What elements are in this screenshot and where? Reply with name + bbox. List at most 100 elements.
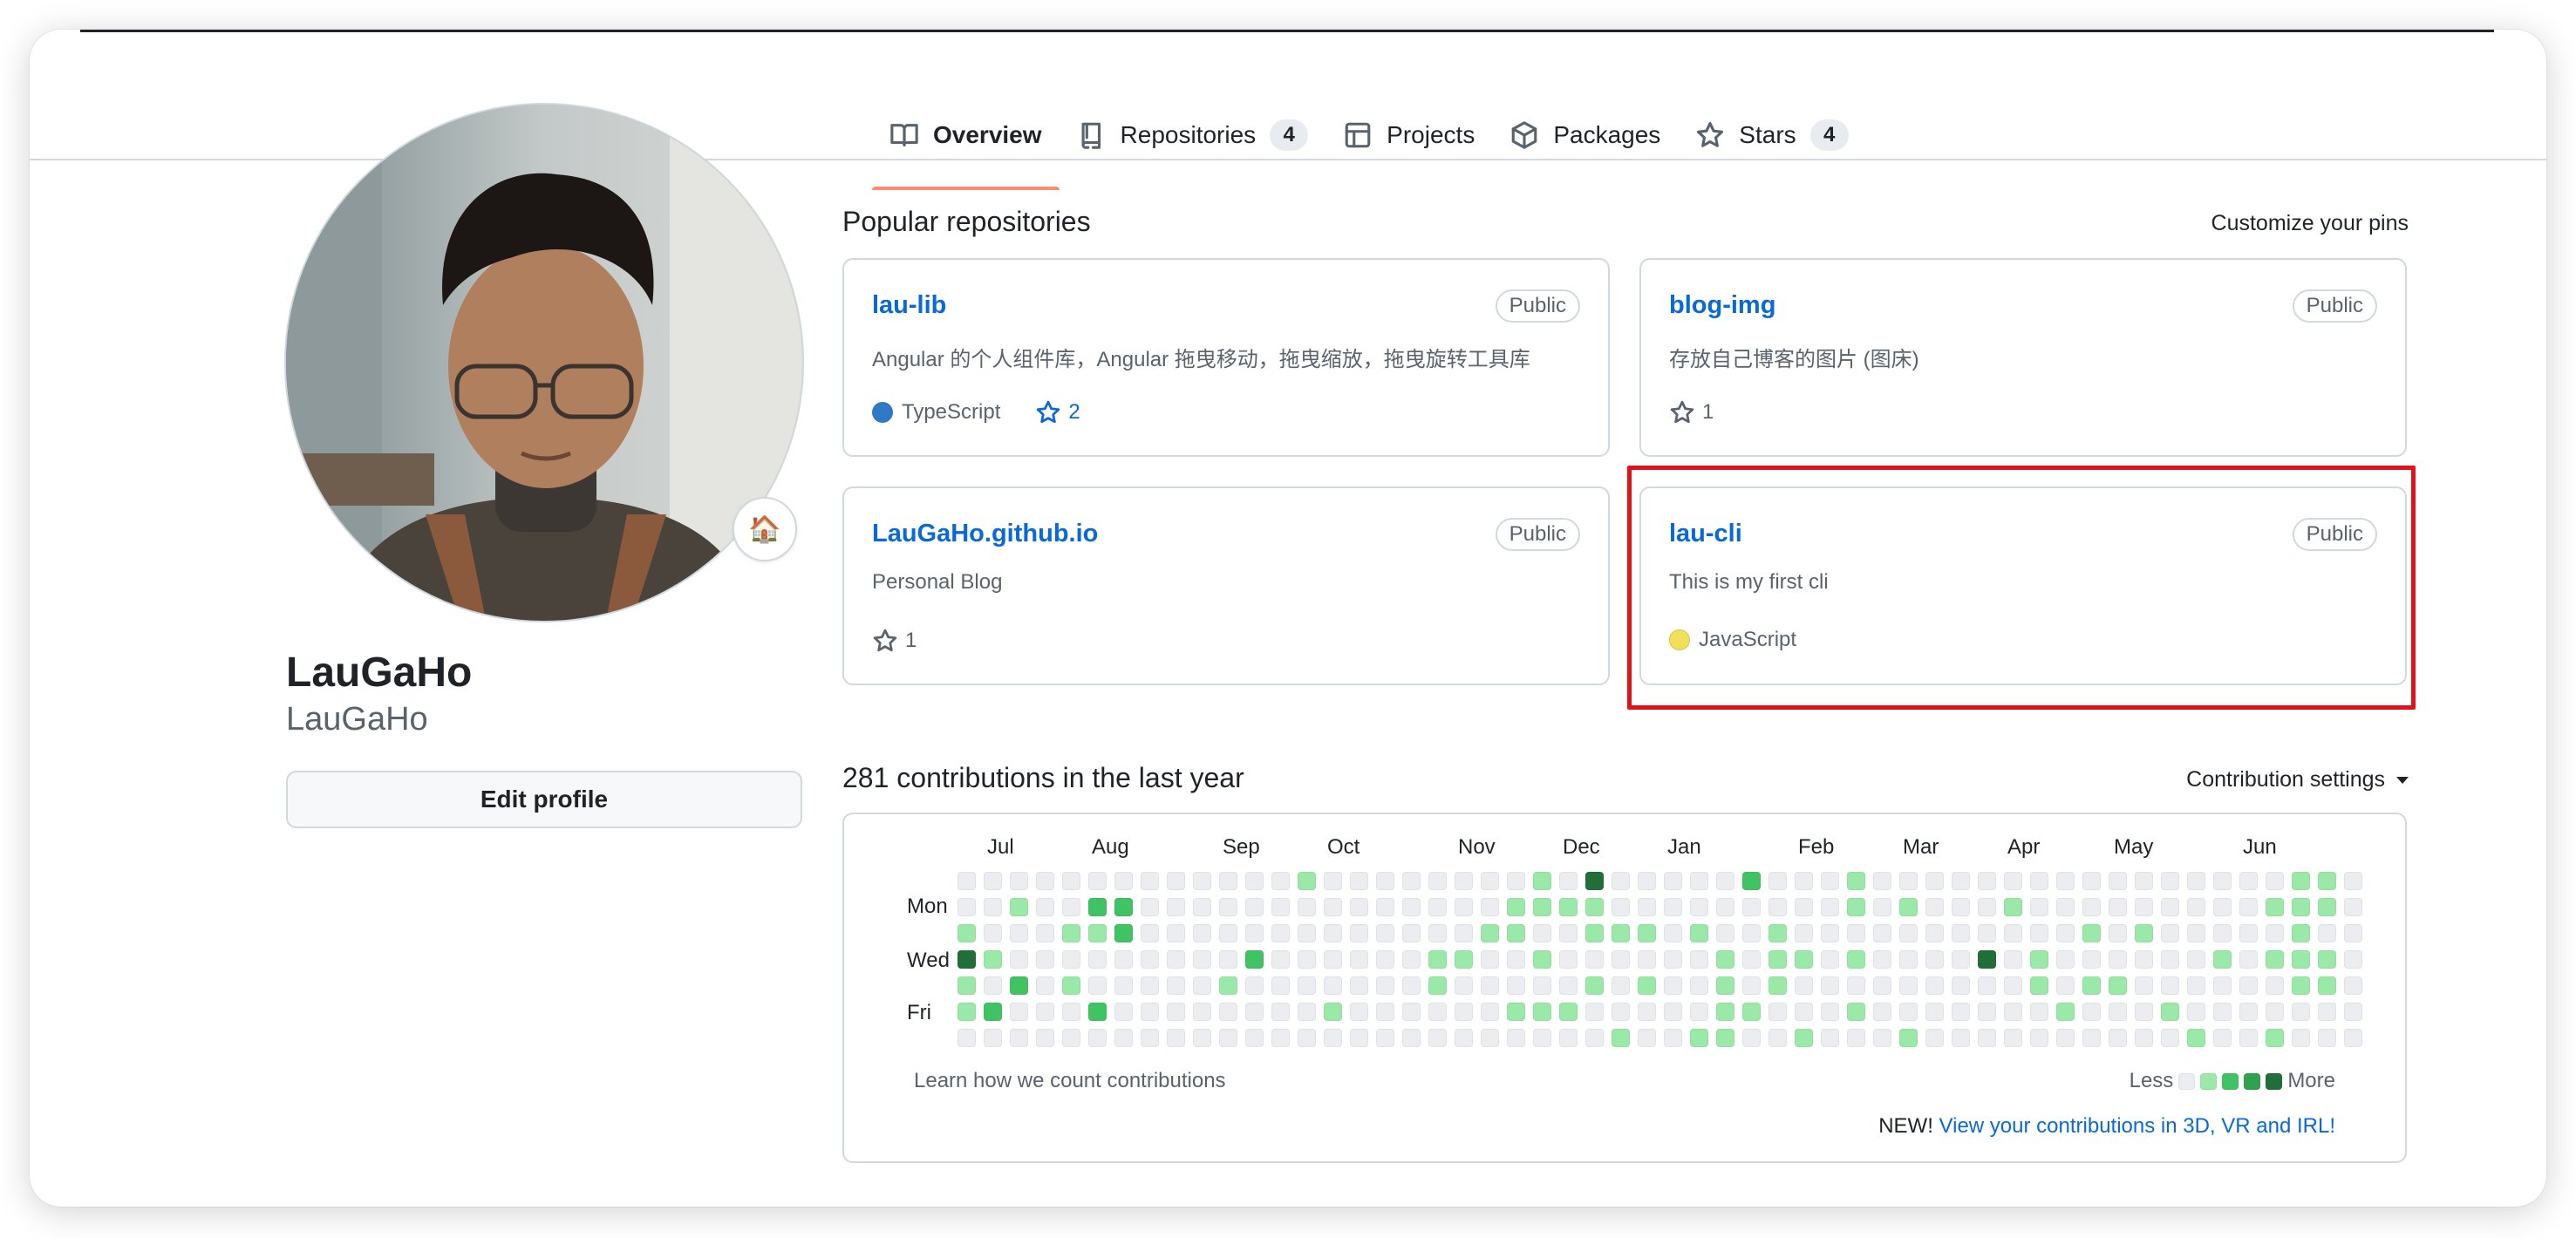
contribution-day-cell[interactable] <box>1847 950 1865 969</box>
contribution-day-cell[interactable] <box>1795 898 1813 916</box>
contribution-day-cell[interactable] <box>1481 950 1499 969</box>
contribution-day-cell[interactable] <box>1742 950 1761 969</box>
contribution-day-cell[interactable] <box>2135 872 2153 890</box>
contribution-day-cell[interactable] <box>1298 1029 1316 1047</box>
contribution-day-cell[interactable] <box>2292 976 2310 995</box>
contribution-day-cell[interactable] <box>1271 898 1290 916</box>
contribution-day-cell[interactable] <box>1873 872 1891 890</box>
tab-overview[interactable]: Overview <box>872 82 1060 190</box>
contribution-day-cell[interactable] <box>1873 1029 1891 1047</box>
contribution-day-cell[interactable] <box>1899 872 1918 890</box>
contribution-day-cell[interactable] <box>1324 1003 1342 1021</box>
contribution-day-cell[interactable] <box>1219 976 1237 995</box>
contribution-day-cell[interactable] <box>1612 1029 1630 1047</box>
contribution-day-cell[interactable] <box>957 1003 976 1021</box>
contribution-day-cell[interactable] <box>1507 872 1525 890</box>
contribution-day-cell[interactable] <box>2187 898 2205 916</box>
contribution-day-cell[interactable] <box>1324 924 1342 942</box>
contribution-day-cell[interactable] <box>1847 872 1865 890</box>
contribution-day-cell[interactable] <box>1952 1029 1970 1047</box>
contribution-day-cell[interactable] <box>1768 924 1787 942</box>
contribution-day-cell[interactable] <box>1585 898 1604 916</box>
contribution-day-cell[interactable] <box>1742 898 1761 916</box>
contribution-day-cell[interactable] <box>2318 976 2336 995</box>
contribution-day-cell[interactable] <box>2082 872 2101 890</box>
contribution-day-cell[interactable] <box>1376 924 1394 942</box>
tab-repositories[interactable]: Repositories 4 <box>1060 82 1326 188</box>
contribution-day-cell[interactable] <box>1768 1003 1787 1021</box>
contribution-day-cell[interactable] <box>1638 950 1656 969</box>
contribution-day-cell[interactable] <box>1821 872 1839 890</box>
contribution-day-cell[interactable] <box>2344 924 2362 942</box>
contribution-day-cell[interactable] <box>1899 898 1918 916</box>
contribution-day-cell[interactable] <box>1428 1029 1447 1047</box>
contribution-day-cell[interactable] <box>2056 1029 2075 1047</box>
contribution-day-cell[interactable] <box>1167 1029 1185 1047</box>
contribution-day-cell[interactable] <box>1899 1029 1918 1047</box>
contribution-day-cell[interactable] <box>2161 1003 2179 1021</box>
contribution-day-cell[interactable] <box>1428 924 1447 942</box>
contribution-day-cell[interactable] <box>1376 976 1394 995</box>
repo-name-link[interactable]: lau-lib <box>872 291 946 320</box>
contribution-day-cell[interactable] <box>1559 976 1578 995</box>
contribution-day-cell[interactable] <box>2187 1003 2205 1021</box>
contribution-day-cell[interactable] <box>1010 1029 1028 1047</box>
contribution-day-cell[interactable] <box>1690 1029 1708 1047</box>
contribution-day-cell[interactable] <box>1088 950 1107 969</box>
contribution-day-cell[interactable] <box>1952 950 1970 969</box>
contribution-day-cell[interactable] <box>1847 1003 1865 1021</box>
contribution-day-cell[interactable] <box>1899 1003 1918 1021</box>
contribution-day-cell[interactable] <box>1298 898 1316 916</box>
contribution-day-cell[interactable] <box>1612 872 1630 890</box>
contribution-day-cell[interactable] <box>1559 1029 1578 1047</box>
contribution-day-cell[interactable] <box>1795 924 1813 942</box>
contribution-day-cell[interactable] <box>2213 1029 2232 1047</box>
contribution-day-cell[interactable] <box>1612 924 1630 942</box>
contribution-day-cell[interactable] <box>1114 976 1133 995</box>
contribution-day-cell[interactable] <box>1507 950 1525 969</box>
contribution-day-cell[interactable] <box>1716 1029 1734 1047</box>
contribution-day-cell[interactable] <box>1167 898 1185 916</box>
contribution-day-cell[interactable] <box>1193 1029 1211 1047</box>
contribution-day-cell[interactable] <box>2030 1003 2048 1021</box>
contribution-day-cell[interactable] <box>1664 924 1682 942</box>
contribution-day-cell[interactable] <box>2109 924 2127 942</box>
contribution-day-cell[interactable] <box>1925 1029 1944 1047</box>
contribution-day-cell[interactable] <box>1507 1003 1525 1021</box>
contribution-day-cell[interactable] <box>1141 898 1159 916</box>
contribution-day-cell[interactable] <box>1350 1029 1368 1047</box>
contribution-day-cell[interactable] <box>2135 950 2153 969</box>
contribution-day-cell[interactable] <box>1978 1029 1996 1047</box>
contribution-day-cell[interactable] <box>1350 872 1368 890</box>
contribution-day-cell[interactable] <box>1010 976 1028 995</box>
contribution-day-cell[interactable] <box>1245 924 1264 942</box>
contribution-day-cell[interactable] <box>1925 872 1944 890</box>
contribution-day-cell[interactable] <box>1768 1029 1787 1047</box>
repo-stars-link[interactable]: 2 <box>1035 399 1080 425</box>
contribution-day-cell[interactable] <box>1088 872 1107 890</box>
contribution-day-cell[interactable] <box>1271 1029 1290 1047</box>
contribution-day-cell[interactable] <box>1010 1003 1028 1021</box>
contribution-day-cell[interactable] <box>2292 898 2310 916</box>
contribution-day-cell[interactable] <box>2004 1029 2022 1047</box>
contribution-day-cell[interactable] <box>1271 872 1290 890</box>
contribution-day-cell[interactable] <box>2135 1003 2153 1021</box>
avatar[interactable] <box>284 103 804 622</box>
contribution-day-cell[interactable] <box>984 898 1002 916</box>
contribution-day-cell[interactable] <box>1612 898 1630 916</box>
contribution-day-cell[interactable] <box>1114 872 1133 890</box>
contribution-day-cell[interactable] <box>2292 1029 2310 1047</box>
contribution-day-cell[interactable] <box>2213 898 2232 916</box>
customize-pins-link[interactable]: Customize your pins <box>2211 211 2409 236</box>
contribution-day-cell[interactable] <box>1245 976 1264 995</box>
contribution-day-cell[interactable] <box>1219 950 1237 969</box>
contribution-day-cell[interactable] <box>1847 898 1865 916</box>
contribution-day-cell[interactable] <box>1193 924 1211 942</box>
contribution-day-cell[interactable] <box>2135 924 2153 942</box>
contribution-day-cell[interactable] <box>2318 950 2336 969</box>
contribution-day-cell[interactable] <box>2266 898 2284 916</box>
contribution-day-cell[interactable] <box>1507 1029 1525 1047</box>
contribution-day-cell[interactable] <box>1088 1029 1107 1047</box>
contribution-day-cell[interactable] <box>2239 976 2258 995</box>
contribution-day-cell[interactable] <box>1742 976 1761 995</box>
